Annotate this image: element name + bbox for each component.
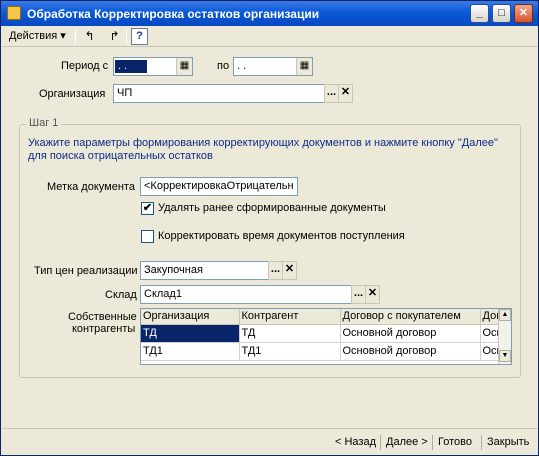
- close-dialog-button[interactable]: Закрыть: [487, 436, 529, 448]
- organization-clear-button[interactable]: ✕: [338, 84, 353, 103]
- toolbar-separator: [126, 29, 127, 44]
- toolbar-separator: [75, 29, 76, 44]
- column-header[interactable]: Договор с покупателем: [340, 309, 481, 325]
- table-scrollbar[interactable]: ▲ ▼: [498, 309, 511, 364]
- period-from-label: Период с: [61, 60, 109, 72]
- delete-previous-label[interactable]: Удалять ранее сформированные документы: [158, 202, 386, 214]
- period-from-value: . .: [115, 60, 147, 73]
- main-window: Обработка Корректировка остатков организ…: [0, 0, 539, 456]
- price-type-value: Закупочная: [144, 264, 203, 276]
- organization-value: ЧП: [117, 87, 133, 99]
- done-button[interactable]: Готово: [438, 436, 472, 448]
- counterparties-label-line2: контрагенты: [72, 323, 136, 335]
- organization-input[interactable]: ЧП: [113, 84, 325, 103]
- warehouse-label: Склад: [105, 289, 137, 301]
- warehouse-value: Склад1: [144, 288, 182, 300]
- table-row[interactable]: ТД ТД Основной договор Осн: [141, 324, 511, 343]
- table-header-row: Организация Контрагент Договор с покупат…: [141, 309, 511, 325]
- price-type-select-button[interactable]: ...: [268, 261, 283, 280]
- toolbar: Действия ▾ ↰ ↱ ?: [2, 26, 537, 47]
- warehouse-select-button[interactable]: ...: [351, 285, 366, 304]
- close-button[interactable]: ✕: [514, 4, 533, 23]
- period-from-input[interactable]: . . ▦: [113, 57, 193, 76]
- back-button[interactable]: < Назад: [335, 436, 376, 448]
- maximize-button[interactable]: □: [492, 4, 511, 23]
- step-hint: Укажите параметры формирования корректир…: [28, 137, 498, 162]
- table-row[interactable]: ТД1 ТД1 Основной договор Осн: [141, 342, 511, 361]
- footer-bar: < Назад Далее > Готово Закрыть: [2, 428, 537, 455]
- table-cell[interactable]: ТД: [141, 324, 240, 343]
- redo-icon[interactable]: ↱: [106, 28, 123, 45]
- table-cell[interactable]: Основной договор: [340, 324, 481, 343]
- table-cell[interactable]: ТД: [239, 324, 341, 343]
- delete-previous-checkbox[interactable]: ✔: [141, 202, 154, 215]
- window-title: Обработка Корректировка остатков организ…: [27, 7, 320, 21]
- adjust-time-checkbox[interactable]: [141, 230, 154, 243]
- period-to-label: по: [217, 60, 230, 72]
- document-mark-label: Метка документа: [47, 181, 135, 193]
- period-to-input[interactable]: . . ▦: [233, 57, 313, 76]
- counterparties-label-line1: Собственные: [68, 311, 137, 323]
- price-type-input[interactable]: Закупочная: [140, 261, 269, 280]
- price-type-clear-button[interactable]: ✕: [282, 261, 297, 280]
- table-cell[interactable]: ТД1: [141, 342, 240, 361]
- calendar-icon[interactable]: ▦: [176, 58, 192, 75]
- scroll-down-icon[interactable]: ▼: [499, 350, 511, 362]
- document-mark-input[interactable]: <КорректировкаОтрицательн: [140, 177, 298, 196]
- table-cell[interactable]: Основной договор: [340, 342, 481, 361]
- undo-icon[interactable]: ↰: [81, 28, 98, 45]
- actions-menu[interactable]: Действия ▾: [9, 29, 66, 42]
- organization-label: Организация: [39, 88, 106, 100]
- column-header[interactable]: Контрагент: [239, 309, 341, 325]
- calendar-icon[interactable]: ▦: [296, 58, 312, 75]
- scroll-up-icon[interactable]: ▲: [499, 309, 511, 321]
- adjust-time-label[interactable]: Корректировать время документов поступле…: [158, 230, 405, 242]
- table-cell[interactable]: ТД1: [239, 342, 341, 361]
- column-header[interactable]: Организация: [141, 309, 240, 325]
- warehouse-clear-button[interactable]: ✕: [365, 285, 380, 304]
- footer-separator: [380, 435, 381, 450]
- minimize-button[interactable]: _: [470, 4, 489, 23]
- help-icon[interactable]: ?: [131, 28, 148, 45]
- organization-select-button[interactable]: ...: [324, 84, 339, 103]
- step-title: Шаг 1: [26, 117, 62, 129]
- footer-separator: [432, 435, 433, 450]
- app-icon: [7, 6, 21, 20]
- footer-separator: [481, 435, 482, 450]
- title-bar[interactable]: Обработка Корректировка остатков организ…: [1, 1, 538, 26]
- counterparties-table[interactable]: Организация Контрагент Договор с покупат…: [140, 308, 512, 365]
- document-mark-value: <КорректировкаОтрицательн: [144, 180, 294, 192]
- price-type-label: Тип цен реализации: [34, 265, 138, 277]
- next-button[interactable]: Далее >: [386, 436, 428, 448]
- warehouse-input[interactable]: Склад1: [140, 285, 352, 304]
